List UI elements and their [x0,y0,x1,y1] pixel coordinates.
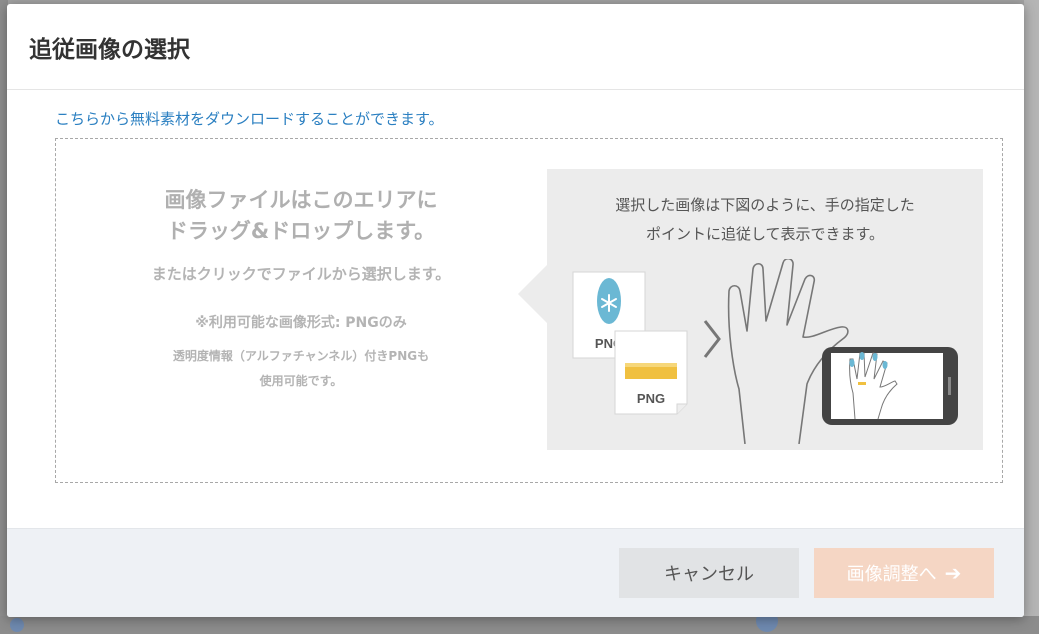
dialog-footer: キャンセル 画像調整へ ➔ [7,528,1024,617]
proceed-to-adjust-button[interactable]: 画像調整へ ➔ [814,548,994,598]
dialog-title: 追従画像の選択 [29,36,190,63]
info-panel-pointer [518,264,548,324]
info-panel: 選択した画像は下図のように、手の指定した ポイントに追従して表示できます。 PN… [547,169,983,450]
svg-text:PNG: PNG [637,391,665,406]
cancel-button[interactable]: キャンセル [619,548,799,598]
hand-tracking-illustration: PNG PNG [572,259,958,444]
arrow-right-icon: ➔ [944,561,962,585]
select-image-dialog: 追従画像の選択 こちらから無料素材をダウンロードすることができます。 画像ファイ… [7,4,1024,617]
dialog-header: 追従画像の選択 [7,4,1024,90]
click-instruction: またはクリックでファイルから選択します。 [151,265,451,283]
image-drop-zone[interactable]: 画像ファイルはこのエリアに ドラッグ&ドロップします。 またはクリックでファイル… [55,138,1003,483]
png-file-icon-ring: PNG [614,330,688,415]
alpha-note: 透明度情報（アルファチャンネル）付きPNGも 使用可能です。 [172,349,430,388]
format-note: ※利用可能な画像形式: PNGのみ [195,315,407,331]
free-assets-download-link[interactable]: こちらから無料素材をダウンロードすることができます。 [55,108,444,129]
drop-instruction: 画像ファイルはこのエリアに ドラッグ&ドロップします。 [164,188,438,243]
info-description: 選択した画像は下図のように、手の指定した ポイントに追従して表示できます。 [615,196,915,243]
smartphone-icon [822,347,958,425]
chevron-right-icon [703,320,721,358]
